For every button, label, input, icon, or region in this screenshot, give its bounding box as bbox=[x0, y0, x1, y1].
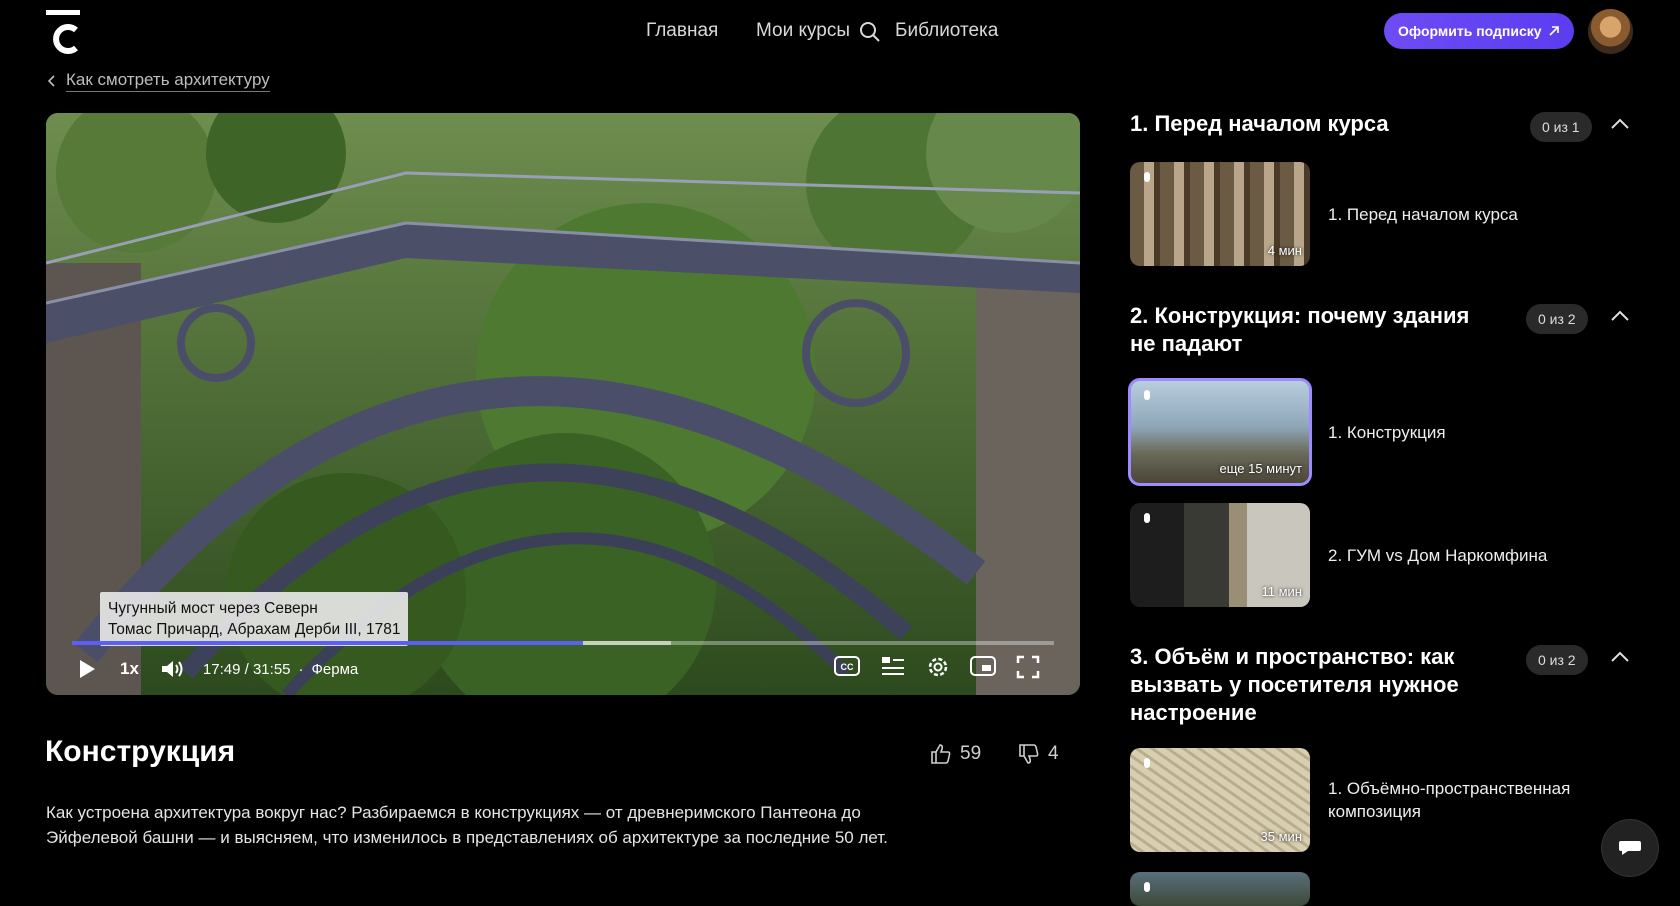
pip-icon[interactable] bbox=[970, 655, 996, 677]
audio-icon bbox=[1144, 390, 1150, 400]
progress-bar[interactable] bbox=[72, 641, 1054, 645]
chevron-left-icon bbox=[48, 75, 55, 87]
section-title: 3. Объём и пространство: как вызвать у п… bbox=[1130, 644, 1459, 725]
nav-my-courses[interactable]: Мои курсы bbox=[756, 20, 850, 42]
settings-icon[interactable] bbox=[926, 655, 950, 679]
lesson-item[interactable]: 11 мин 2. ГУМ vs Дом Наркомфина bbox=[1130, 503, 1630, 607]
thumbs-up-icon bbox=[931, 744, 951, 764]
section-progress-badge: 0 из 2 bbox=[1526, 304, 1588, 334]
search-icon bbox=[860, 22, 880, 42]
like-button[interactable]: 59 bbox=[930, 743, 981, 765]
lesson-description: Как устроена архитектура вокруг нас? Раз… bbox=[46, 803, 888, 847]
likes-count: 59 bbox=[960, 743, 982, 764]
speed-button[interactable]: 1x bbox=[120, 659, 139, 679]
lesson-thumbnail bbox=[1130, 872, 1310, 906]
play-icon bbox=[80, 660, 95, 678]
dislikes-count: 4 bbox=[1048, 743, 1059, 764]
chevron-up-icon[interactable] bbox=[1610, 118, 1630, 130]
subscribe-button[interactable]: Оформить подписку bbox=[1384, 13, 1574, 49]
chevron-up-icon[interactable] bbox=[1610, 651, 1630, 663]
section-header-2[interactable]: 2. Конструкция: почему здания не падают … bbox=[1130, 302, 1630, 358]
caption-line-2: Томас Причард, Абрахам Дерби III, 1781 bbox=[108, 621, 401, 638]
subscribe-label: Оформить подписку bbox=[1398, 23, 1542, 39]
chat-icon bbox=[1619, 841, 1641, 855]
time-display: 17:49 / 31:55 bbox=[202, 660, 291, 678]
lesson-label: 1. Перед началом курса bbox=[1328, 204, 1518, 224]
avatar[interactable] bbox=[1588, 9, 1633, 54]
section-title: 2. Конструкция: почему здания не падают bbox=[1130, 303, 1470, 356]
lesson-label: 2. ГУМ vs Дом Наркомфина bbox=[1328, 545, 1548, 565]
lesson-duration: еще 15 минут bbox=[1219, 461, 1302, 476]
lesson-label: 1. Конструкция bbox=[1328, 422, 1446, 442]
lesson-thumbnail: 4 мин bbox=[1130, 162, 1310, 266]
lesson-duration: 11 мин bbox=[1261, 584, 1303, 599]
video-player[interactable]: Чугунный мост через Северн Томас Причард… bbox=[46, 113, 1080, 695]
support-chat-button[interactable] bbox=[1602, 820, 1658, 876]
dot-separator: · bbox=[298, 660, 304, 678]
audio-icon bbox=[1144, 882, 1150, 892]
audio-icon bbox=[1144, 172, 1150, 182]
progress-played bbox=[72, 641, 583, 645]
thumbs-down-icon bbox=[1019, 744, 1039, 764]
player-controls-right: CC bbox=[834, 655, 1040, 679]
svg-text:CC: CC bbox=[841, 662, 854, 672]
lesson-item[interactable]: 4 мин 1. Перед началом курса bbox=[1130, 162, 1630, 266]
chevron-up-icon[interactable] bbox=[1610, 310, 1630, 322]
section-header-1[interactable]: 1. Перед началом курса 0 из 1 bbox=[1130, 110, 1630, 142]
lesson-label: 1. Объёмно-пространственная композиция bbox=[1328, 779, 1571, 821]
nav-library-label: Библиотека bbox=[895, 20, 999, 41]
lesson-thumbnail: 35 мин bbox=[1130, 748, 1310, 852]
breadcrumb[interactable]: Как смотреть архитектуру bbox=[48, 70, 270, 92]
lesson-item[interactable]: 35 мин 1. Объёмно-пространственная компо… bbox=[1130, 748, 1630, 852]
section-progress-badge: 0 из 1 bbox=[1530, 112, 1592, 142]
section-title: 1. Перед началом курса bbox=[1130, 111, 1389, 136]
arrow-up-right-icon bbox=[1548, 26, 1559, 36]
play-button[interactable] bbox=[76, 659, 98, 679]
lesson-thumbnail: еще 15 минут bbox=[1128, 378, 1312, 486]
chapter-label: Ферма bbox=[311, 660, 359, 678]
fullscreen-icon[interactable] bbox=[1016, 655, 1040, 679]
video-caption: Чугунный мост через Северн Томас Причард… bbox=[100, 592, 409, 646]
chapters-icon[interactable] bbox=[880, 655, 906, 677]
section-progress-badge: 0 из 2 bbox=[1526, 645, 1588, 675]
lesson-duration: 4 мин bbox=[1267, 243, 1302, 258]
dislike-button[interactable]: 4 bbox=[1018, 743, 1059, 765]
audio-icon bbox=[1144, 513, 1150, 523]
section-header-3[interactable]: 3. Объём и пространство: как вызвать у п… bbox=[1130, 643, 1630, 727]
breadcrumb-link[interactable]: Как смотреть архитектуру bbox=[66, 70, 270, 92]
lesson-duration: 35 мин bbox=[1260, 829, 1302, 844]
caption-line-1: Чугунный мост через Северн bbox=[108, 600, 318, 617]
lesson-thumbnail: 11 мин bbox=[1130, 503, 1310, 607]
audio-icon bbox=[1144, 758, 1150, 768]
captions-icon[interactable]: CC bbox=[834, 655, 860, 677]
nav-library[interactable]: Библиотека bbox=[860, 20, 999, 42]
nav-home[interactable]: Главная bbox=[646, 20, 718, 42]
player-controls: 1x 17:49 / 31:55 · Ферма CC bbox=[72, 653, 1054, 685]
lesson-item-active[interactable]: еще 15 минут 1. Конструкция bbox=[1128, 378, 1630, 486]
lesson-title: Конструкция bbox=[45, 735, 236, 768]
volume-button[interactable] bbox=[161, 659, 185, 679]
lesson-item-partial[interactable] bbox=[1130, 872, 1630, 906]
volume-icon bbox=[161, 661, 183, 677]
